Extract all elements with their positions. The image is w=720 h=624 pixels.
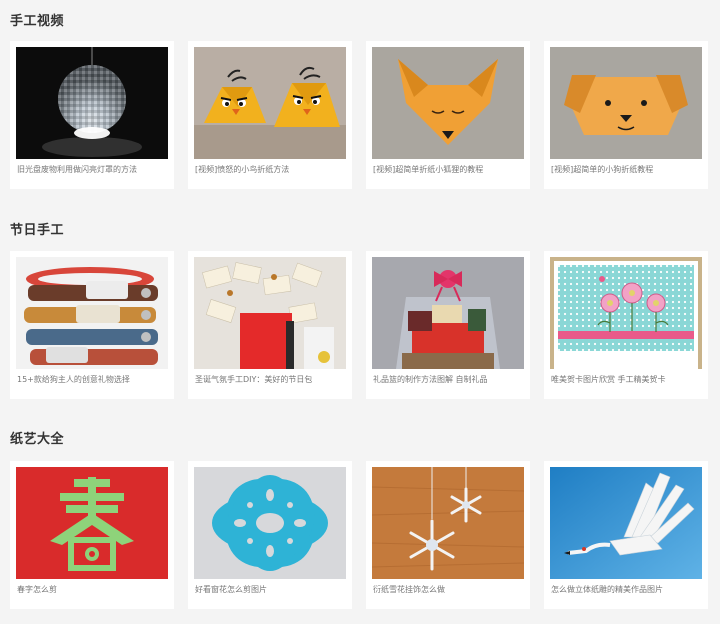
card-angry-birds[interactable]: [视频]愤怒的小鸟折纸方法 [188, 41, 352, 189]
card-caption: [视频]愤怒的小鸟折纸方法 [195, 165, 290, 174]
card-greeting-card[interactable]: 唯美贺卡图片欣赏 手工精美贺卡 [544, 251, 708, 399]
card-origami-dog[interactable]: [视频]超简单的小狗折纸教程 [544, 41, 708, 189]
paper-art-grid: 春字怎么剪 好看窗花怎么剪图片 衍纸雪花挂饰怎么做 怎么做立体纸雕的精美作品图片 [10, 461, 710, 611]
card-caption: 唯美贺卡图片欣赏 手工精美贺卡 [551, 375, 666, 384]
card-paper-crane[interactable]: 怎么做立体纸雕的精美作品图片 [544, 461, 708, 609]
dog-collars-image [16, 257, 168, 369]
quilling-snowflake-image [372, 467, 524, 579]
card-gift-basket[interactable]: 礼品篮的制作方法图解 自制礼品 [366, 251, 530, 399]
section-title-handcraft-video: 手工视频 [10, 14, 65, 29]
card-caption: 春字怎么剪 [17, 585, 57, 594]
card-caption: 好看窗花怎么剪图片 [195, 585, 267, 594]
greeting-card-image [550, 257, 702, 369]
card-caption: 旧光盘废物利用做闪亮灯罩的方法 [17, 165, 137, 174]
origami-fox-image [372, 47, 524, 159]
angry-birds-origami-image [194, 47, 346, 159]
chun-papercut-image [16, 467, 168, 579]
card-caption: [视频]超简单的小狗折纸教程 [551, 165, 654, 174]
section-title-paper-art: 纸艺大全 [10, 432, 65, 447]
disco-ball-lamp-image [16, 47, 168, 159]
christmas-tags-image [194, 257, 346, 369]
window-flower-papercut-image [194, 467, 346, 579]
card-caption: [视频]超简单折纸小狐狸的教程 [373, 165, 484, 174]
card-caption: 圣诞气氛手工DIY：美好的节日包 [195, 375, 313, 384]
card-dog-collars[interactable]: 15+款给狗主人的创意礼物选择 [10, 251, 174, 399]
card-caption: 怎么做立体纸雕的精美作品图片 [551, 585, 663, 594]
festival-grid: 15+款给狗主人的创意礼物选择 圣诞气氛手工DIY：美好的节日包 礼品篮的制作方… [10, 251, 710, 401]
video-grid: 旧光盘废物利用做闪亮灯罩的方法 [视频]愤怒的小鸟折纸方法 [视频]超简单折纸小… [10, 41, 710, 191]
card-caption: 礼品篮的制作方法图解 自制礼品 [373, 375, 488, 384]
gift-basket-image [372, 257, 524, 369]
paper-crane-sculpture-image [550, 467, 702, 579]
card-window-flower[interactable]: 好看窗花怎么剪图片 [188, 461, 352, 609]
card-quilling-snowflake[interactable]: 衍纸雪花挂饰怎么做 [366, 461, 530, 609]
card-disco-lamp[interactable]: 旧光盘废物利用做闪亮灯罩的方法 [10, 41, 174, 189]
card-chun-papercut[interactable]: 春字怎么剪 [10, 461, 174, 609]
section-title-festival-craft: 节日手工 [10, 223, 65, 238]
card-origami-fox[interactable]: [视频]超简单折纸小狐狸的教程 [366, 41, 530, 189]
card-christmas-tags[interactable]: 圣诞气氛手工DIY：美好的节日包 [188, 251, 352, 399]
card-caption: 15+款给狗主人的创意礼物选择 [17, 375, 130, 384]
origami-dog-image [550, 47, 702, 159]
card-caption: 衍纸雪花挂饰怎么做 [373, 585, 445, 594]
